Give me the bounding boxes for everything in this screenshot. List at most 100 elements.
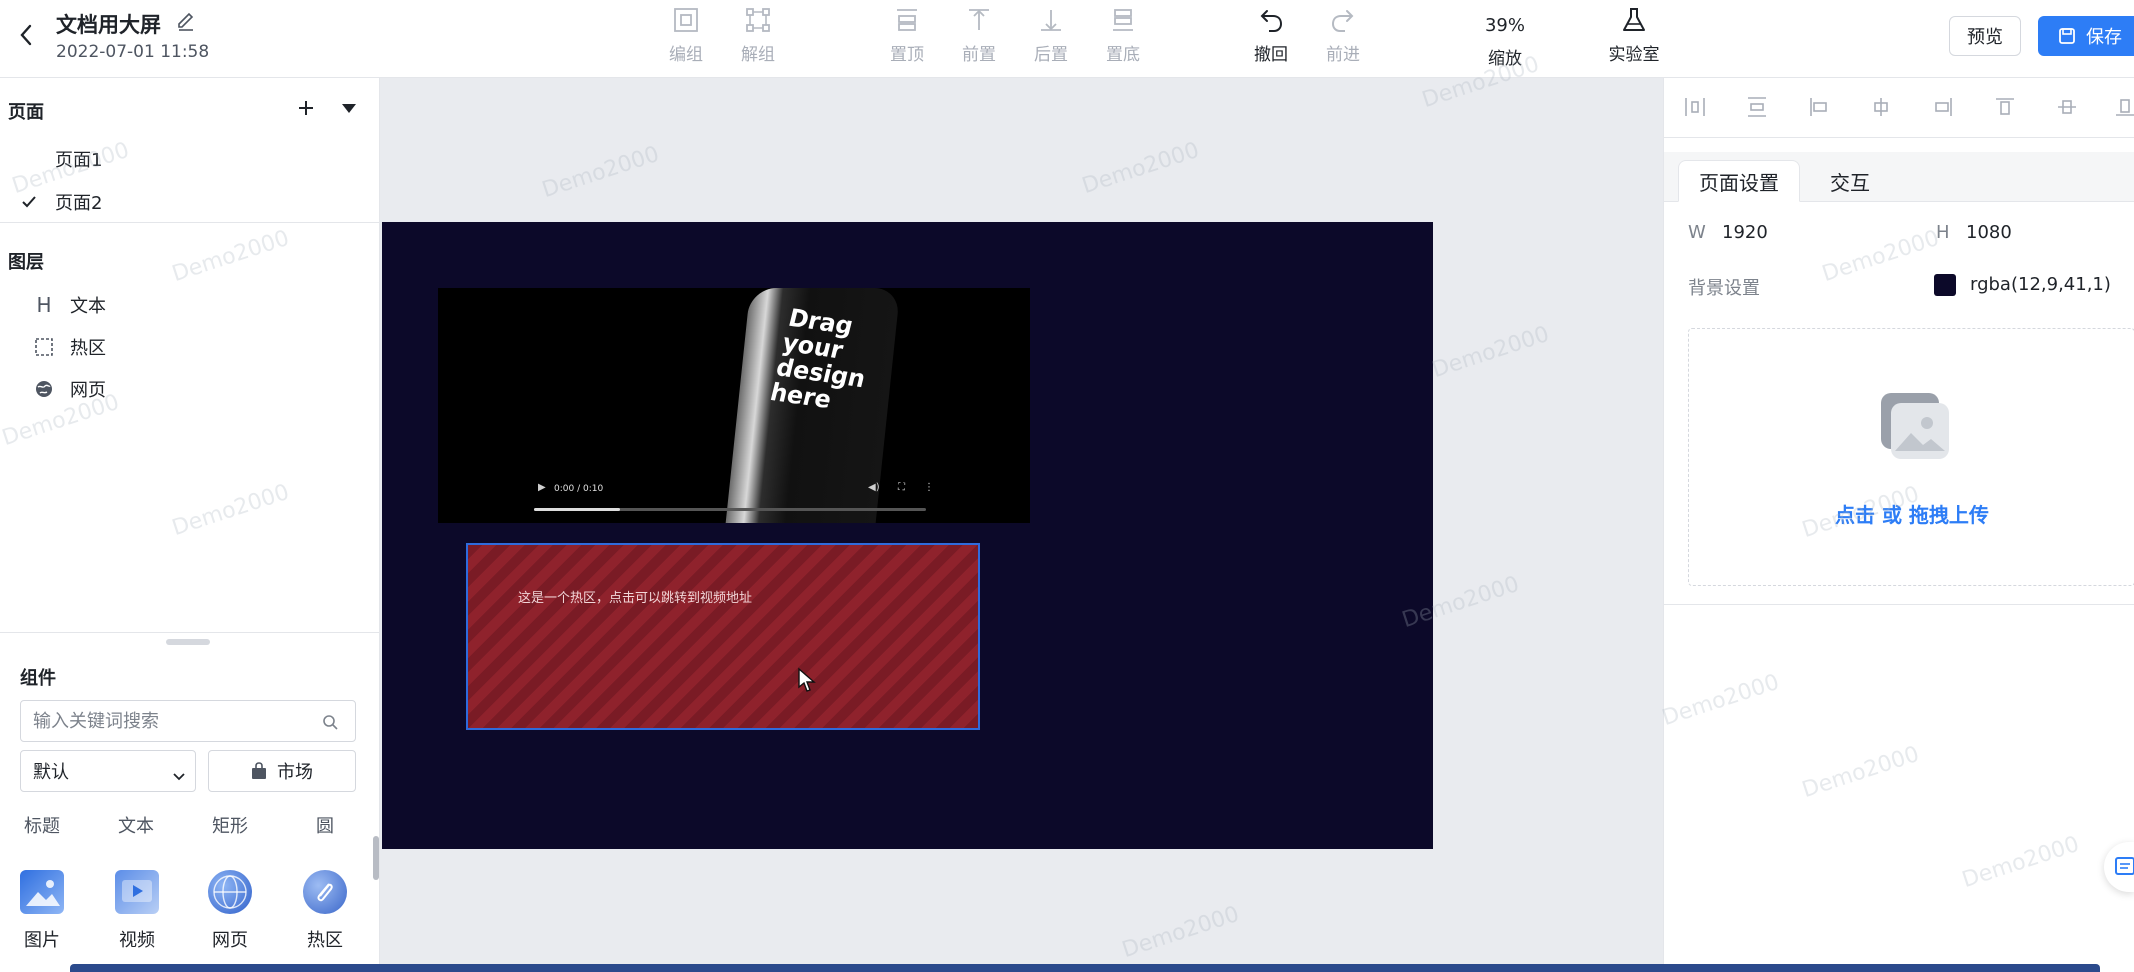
save-icon — [2059, 28, 2075, 44]
layer-item-hotzone[interactable]: 热区 — [0, 327, 379, 367]
video-element[interactable]: Drag your design here ▶ 0:00 / 0:10 ◀) ⛶… — [438, 288, 1030, 523]
send-backward-button[interactable]: 后置 — [1016, 6, 1086, 65]
component-webpage[interactable]: 网页 — [194, 870, 266, 952]
component-video[interactable]: 视频 — [101, 870, 173, 952]
fullscreen-icon[interactable]: ⛶ — [898, 482, 905, 493]
align-left-icon[interactable] — [1808, 96, 1830, 122]
mouse-cursor-icon — [797, 667, 817, 697]
flask-icon — [1623, 8, 1645, 31]
component-filter-select[interactable]: 默认 — [20, 750, 196, 792]
send-to-bottom-icon — [1113, 9, 1133, 31]
top-toolbar: 文档用大屏 2022-07-01 11:58 编组 解组 置顶 前置 后置 置底… — [0, 0, 2134, 78]
layer-item-label: 文本 — [70, 296, 106, 317]
video-progress-fill — [534, 508, 621, 511]
divider — [0, 222, 379, 223]
category-title[interactable]: 标题 — [24, 812, 60, 838]
width-input[interactable]: 1920 — [1722, 222, 1768, 243]
align-bottom-icon[interactable] — [2114, 96, 2134, 122]
zoom-control[interactable]: 39% 缩放 — [1470, 6, 1540, 69]
align-top-icon[interactable] — [1994, 96, 2016, 122]
send-backward-label: 后置 — [1034, 45, 1068, 65]
video-progress[interactable] — [534, 508, 926, 511]
collapse-pages-icon[interactable] — [340, 100, 358, 119]
filter-value: 默认 — [33, 762, 69, 783]
tab-interaction[interactable]: 交互 — [1810, 160, 1890, 202]
bring-forward-label: 前置 — [962, 45, 996, 65]
layer-item-label: 网页 — [70, 380, 106, 401]
save-label: 保存 — [2086, 27, 2122, 48]
distribute-vertical-icon[interactable] — [1746, 96, 1768, 122]
zoom-label: 缩放 — [1488, 49, 1522, 69]
add-page-icon[interactable] — [296, 98, 316, 122]
hotzone-icon — [34, 337, 54, 357]
divider — [0, 632, 379, 633]
left-panel: 页面 页面1 页面2 图层 H 文本 热区 网页 组件 默认 — [0, 78, 380, 972]
redo-icon — [1331, 10, 1354, 32]
back-icon[interactable] — [14, 20, 38, 50]
align-right-icon[interactable] — [1932, 96, 1954, 122]
width-label: W — [1688, 222, 1706, 243]
scrollbar[interactable] — [373, 836, 379, 880]
video-icon — [115, 870, 159, 914]
os-taskbar — [70, 964, 2100, 972]
background-color-swatch[interactable] — [1934, 274, 1956, 296]
group-label: 编组 — [669, 45, 703, 65]
tab-page-settings[interactable]: 页面设置 — [1678, 160, 1800, 202]
lab-button[interactable]: 实验室 — [1599, 6, 1669, 65]
page-item-1[interactable]: 页面1 — [0, 139, 379, 179]
more-icon[interactable]: ⋮ — [924, 482, 934, 493]
video-screen-text: Drag your design here — [767, 303, 869, 415]
category-rect[interactable]: 矩形 — [212, 812, 248, 838]
shopping-bag-icon — [252, 762, 266, 779]
send-to-bottom-label: 置底 — [1106, 45, 1140, 65]
undo-button[interactable]: 撤回 — [1236, 6, 1306, 65]
undo-label: 撤回 — [1254, 45, 1288, 65]
chat-icon — [2115, 857, 2134, 875]
globe-icon — [34, 379, 54, 399]
page-item-2[interactable]: 页面2 — [0, 182, 379, 222]
align-center-vertical-icon[interactable] — [2056, 96, 2078, 122]
component-hotzone[interactable]: 热区 — [289, 870, 361, 952]
divider — [1664, 604, 2134, 605]
feedback-button[interactable] — [2104, 842, 2134, 892]
component-search-input[interactable] — [20, 700, 356, 742]
send-to-bottom-button[interactable]: 置底 — [1088, 6, 1158, 65]
redo-button[interactable]: 前进 — [1308, 6, 1378, 65]
save-button[interactable]: 保存 — [2038, 16, 2134, 56]
distribute-horizontal-icon[interactable] — [1684, 96, 1706, 122]
volume-icon[interactable]: ◀) — [868, 482, 880, 493]
background-color-value[interactable]: rgba(12,9,41,1) — [1970, 274, 2111, 295]
layer-item-webpage[interactable]: 网页 — [0, 369, 379, 409]
component-image[interactable]: 图片 — [6, 870, 78, 952]
ungroup-icon — [746, 8, 770, 32]
layer-item-text[interactable]: H 文本 — [0, 285, 379, 325]
panel-resize-handle[interactable] — [166, 639, 210, 645]
send-backward-icon — [1041, 10, 1061, 31]
edit-icon[interactable] — [175, 10, 199, 34]
canvas-area[interactable]: Drag your design here ▶ 0:00 / 0:10 ◀) ⛶… — [380, 78, 1663, 972]
background-upload-area[interactable]: 点击 或 拖拽上传 — [1688, 328, 2134, 586]
search-icon — [322, 714, 338, 734]
hotzone-element[interactable]: 这是一个热区，点击可以跳转到视频地址 — [466, 543, 980, 730]
background-label: 背景设置 — [1688, 278, 1760, 299]
play-icon[interactable]: ▶ — [538, 482, 546, 493]
market-button[interactable]: 市场 — [208, 750, 356, 792]
group-button[interactable]: 编组 — [651, 6, 721, 65]
bring-forward-button[interactable]: 前置 — [944, 6, 1014, 65]
property-tabs: 页面设置 交互 — [1664, 152, 2134, 202]
align-center-horizontal-icon[interactable] — [1870, 96, 1892, 122]
zoom-value: 39% — [1484, 15, 1525, 36]
group-icon — [674, 8, 698, 32]
category-circle[interactable]: 圆 — [316, 812, 334, 838]
bring-to-top-button[interactable]: 置顶 — [872, 6, 942, 65]
chevron-down-icon — [173, 766, 185, 787]
bring-forward-icon — [969, 9, 989, 30]
category-text[interactable]: 文本 — [118, 812, 154, 838]
height-input[interactable]: 1080 — [1966, 222, 2012, 243]
preview-button[interactable]: 预览 — [1949, 16, 2021, 56]
ungroup-button[interactable]: 解组 — [723, 6, 793, 65]
document-title: 文档用大屏 — [56, 13, 161, 37]
document-date: 2022-07-01 11:58 — [56, 42, 210, 62]
component-label: 网页 — [212, 930, 248, 951]
stage-canvas[interactable]: Drag your design here ▶ 0:00 / 0:10 ◀) ⛶… — [382, 222, 1433, 849]
